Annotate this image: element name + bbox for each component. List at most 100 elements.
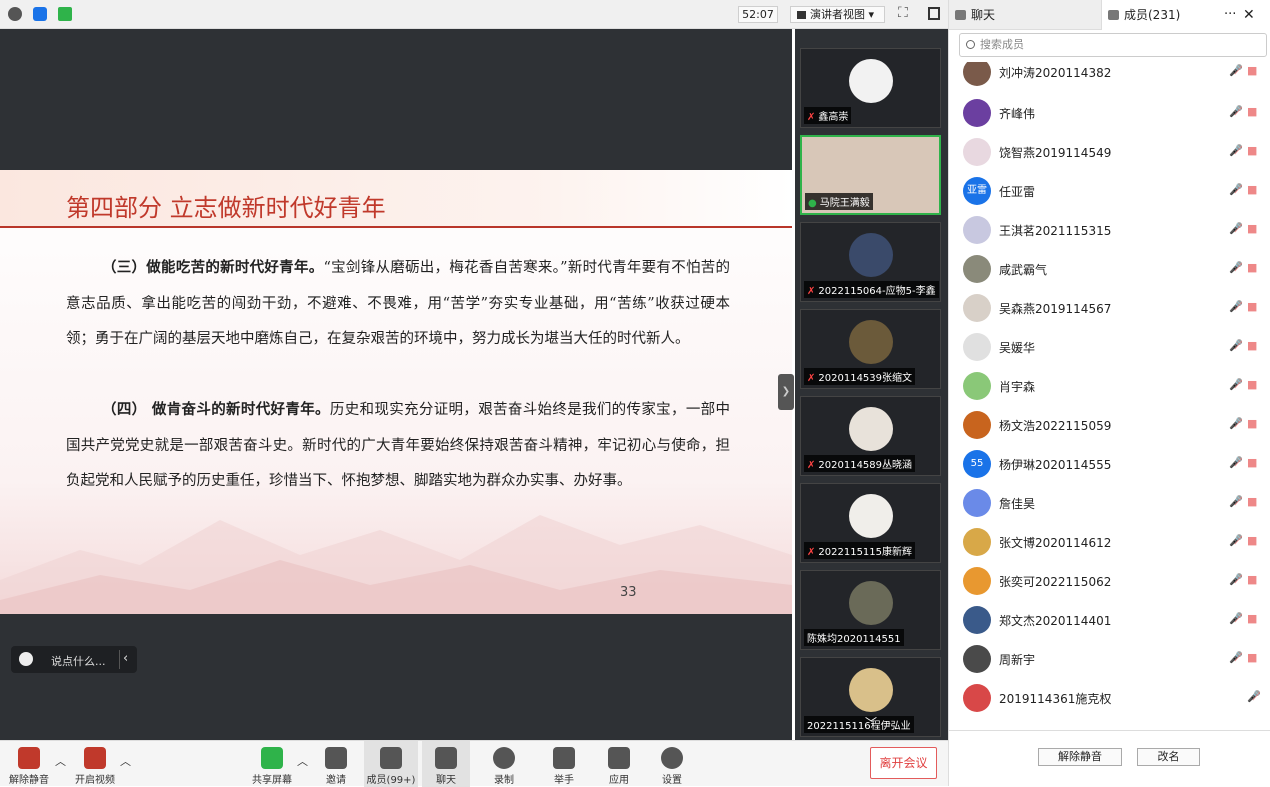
video-tile[interactable]: ✗ 2020114589丛晓涵 xyxy=(800,396,941,476)
video-off-icon[interactable]: ■ xyxy=(1247,183,1257,196)
member-row[interactable]: 杨文浩2022115059 🎤̸ ■ xyxy=(949,405,1270,444)
tab-members-label: 成员(231) xyxy=(1124,8,1181,22)
rename-button[interactable]: 改名 xyxy=(1137,748,1200,766)
mic-muted-icon[interactable]: 🎤̸ xyxy=(1229,456,1243,469)
mic-muted-icon[interactable]: 🎤̸ xyxy=(1229,339,1243,352)
member-row[interactable]: 吴媛华 🎤̸ ■ xyxy=(949,327,1270,366)
member-row[interactable]: 吴森燕2019114567 🎤̸ ■ xyxy=(949,288,1270,327)
video-off-icon[interactable]: ■ xyxy=(1247,651,1257,664)
video-tile[interactable]: 陈姝均2020114551 xyxy=(800,570,941,650)
video-off-icon[interactable]: ■ xyxy=(1247,222,1257,235)
video-options-caret[interactable]: ︿ xyxy=(120,753,131,769)
member-row[interactable]: 郑文杰2020114401 🎤̸ ■ xyxy=(949,600,1270,639)
signal-icon[interactable] xyxy=(58,7,72,21)
mic-muted-icon[interactable]: 🎤̸ xyxy=(1229,495,1243,508)
settings-button[interactable]: 设置 xyxy=(650,741,694,787)
member-row[interactable]: 饶智燕2019114549 🎤̸ ■ xyxy=(949,132,1270,171)
member-name: 吴媛华 xyxy=(999,341,1036,355)
member-row[interactable]: 亚雷 任亚雷 🎤̸ ■ xyxy=(949,171,1270,210)
member-row[interactable]: 齐峰伟 🎤̸ ■ xyxy=(949,93,1270,132)
gallery-scroll-down-icon[interactable]: ﹀ xyxy=(865,714,877,731)
emoji-icon[interactable] xyxy=(19,652,33,666)
mic-muted-icon[interactable]: 🎤̸ xyxy=(1229,573,1243,586)
video-off-icon[interactable]: ■ xyxy=(1247,261,1257,274)
unmute-all-button[interactable]: 解除静音 xyxy=(1038,748,1122,766)
close-icon[interactable]: ✕ xyxy=(1243,0,1255,30)
mic-muted-icon[interactable]: 🎤̸ xyxy=(1229,64,1243,77)
video-off-icon[interactable]: ■ xyxy=(1247,144,1257,157)
tab-chat[interactable]: 聊天 xyxy=(949,0,1101,30)
member-row[interactable]: 张奕可2022115062 🎤̸ ■ xyxy=(949,561,1270,600)
mic-muted-icon[interactable]: 🎤̸ xyxy=(1229,261,1243,274)
video-tile[interactable]: ✗ 2020114539张缩文 xyxy=(800,309,941,389)
mic-muted-icon[interactable]: 🎤̸ xyxy=(1229,300,1243,313)
mic-muted-icon[interactable]: 🎤̸ xyxy=(1229,183,1243,196)
record-button[interactable]: 录制 xyxy=(482,741,526,787)
mic-muted-icon[interactable]: 🎤̸ xyxy=(1229,144,1243,157)
fullscreen-icon[interactable]: ⛶ xyxy=(898,5,908,21)
members-button[interactable]: 成员(99+) xyxy=(364,741,418,787)
video-off-icon[interactable]: ■ xyxy=(1247,300,1257,313)
video-off-icon[interactable]: ■ xyxy=(1247,456,1257,469)
mic-muted-icon[interactable]: 🎤̸ xyxy=(1247,690,1261,703)
member-avatar xyxy=(963,294,991,322)
video-tile-active-speaker[interactable]: ● 马院王满毅 xyxy=(800,135,941,215)
member-row[interactable]: 王淇茗2021115315 🎤̸ ■ xyxy=(949,210,1270,249)
shield-icon[interactable] xyxy=(33,7,47,21)
meeting-toolbar: 解除静音 ︿ 开启视频 ︿ 共享屏幕 ︿ 邀请 成员(99+) 聊天 录制 举手… xyxy=(0,740,948,787)
mic-muted-icon[interactable]: 🎤̸ xyxy=(1229,612,1243,625)
member-search-input[interactable]: 搜索成员 xyxy=(959,33,1267,57)
invite-button[interactable]: 邀请 xyxy=(314,741,358,787)
video-off-icon[interactable]: ■ xyxy=(1247,64,1257,77)
share-screen-button[interactable]: 共享屏幕 xyxy=(250,741,294,787)
member-avatar xyxy=(963,99,991,127)
member-row[interactable]: 詹佳昊 🎤̸ ■ xyxy=(949,483,1270,522)
member-row[interactable]: 刘冲涛2020114382 🎤̸ ■ xyxy=(949,62,1270,91)
video-tile[interactable]: ✗ 鑫高崇 xyxy=(800,48,941,128)
video-off-icon[interactable]: ■ xyxy=(1247,573,1257,586)
sidebar-toggle-icon[interactable] xyxy=(928,7,940,20)
start-video-button[interactable]: 开启视频 xyxy=(72,741,118,787)
mic-muted-icon[interactable]: 🎤̸ xyxy=(1229,417,1243,430)
member-row[interactable]: 肖宇森 🎤̸ ■ xyxy=(949,366,1270,405)
video-off-icon[interactable]: ■ xyxy=(1247,105,1257,118)
chat-input-divider xyxy=(119,650,120,669)
unmute-button[interactable]: 解除静音 xyxy=(6,741,52,787)
video-tile[interactable]: ✗ 2022115115康新辉 xyxy=(800,483,941,563)
member-row[interactable]: 55 杨伊琳2020114555 🎤̸ ■ xyxy=(949,444,1270,483)
video-tile[interactable]: ✗ 2022115064-应物5-李鑫 xyxy=(800,222,941,302)
mic-muted-icon[interactable]: 🎤̸ xyxy=(1229,651,1243,664)
view-mode-dropdown[interactable]: 演讲者视图 ▾ xyxy=(790,6,885,23)
info-icon[interactable] xyxy=(8,7,22,21)
chevron-left-icon[interactable]: ‹ xyxy=(123,651,128,666)
member-avatar xyxy=(963,333,991,361)
gear-icon xyxy=(661,747,683,769)
settings-label: 设置 xyxy=(662,775,682,786)
mic-muted-icon[interactable]: 🎤̸ xyxy=(1229,222,1243,235)
view-mode-label: 演讲者视图 xyxy=(810,8,865,21)
video-off-icon[interactable]: ■ xyxy=(1247,612,1257,625)
video-off-icon[interactable]: ■ xyxy=(1247,378,1257,391)
gallery-collapse-handle[interactable]: ❯ xyxy=(778,374,794,410)
member-row[interactable]: 2019114361施克权 🎤̸ xyxy=(949,678,1270,717)
share-options-caret[interactable]: ︿ xyxy=(297,753,308,769)
raise-hand-button[interactable]: 举手 xyxy=(542,741,586,787)
mic-muted-icon[interactable]: 🎤̸ xyxy=(1229,534,1243,547)
member-row[interactable]: 张文博2020114612 🎤̸ ■ xyxy=(949,522,1270,561)
mic-muted-icon[interactable]: 🎤̸ xyxy=(1229,105,1243,118)
audio-options-caret[interactable]: ︿ xyxy=(55,753,66,769)
member-row[interactable]: 咸武霸气 🎤̸ ■ xyxy=(949,249,1270,288)
video-off-icon[interactable]: ■ xyxy=(1247,339,1257,352)
member-row[interactable]: 周新宇 🎤̸ ■ xyxy=(949,639,1270,678)
leave-meeting-button[interactable]: 离开会议 xyxy=(870,747,937,779)
video-off-icon[interactable]: ■ xyxy=(1247,417,1257,430)
apps-button[interactable]: 应用 xyxy=(597,741,641,787)
participant-name: 陈姝均2020114551 xyxy=(807,634,901,645)
chat-input[interactable]: 说点什么... ‹ xyxy=(11,646,137,673)
video-off-icon[interactable]: ■ xyxy=(1247,495,1257,508)
chat-button[interactable]: 聊天 xyxy=(422,741,470,787)
more-options-icon[interactable]: ··· xyxy=(1224,0,1236,30)
mic-muted-icon: ✗ xyxy=(807,460,816,471)
mic-muted-icon[interactable]: 🎤̸ xyxy=(1229,378,1243,391)
video-off-icon[interactable]: ■ xyxy=(1247,534,1257,547)
